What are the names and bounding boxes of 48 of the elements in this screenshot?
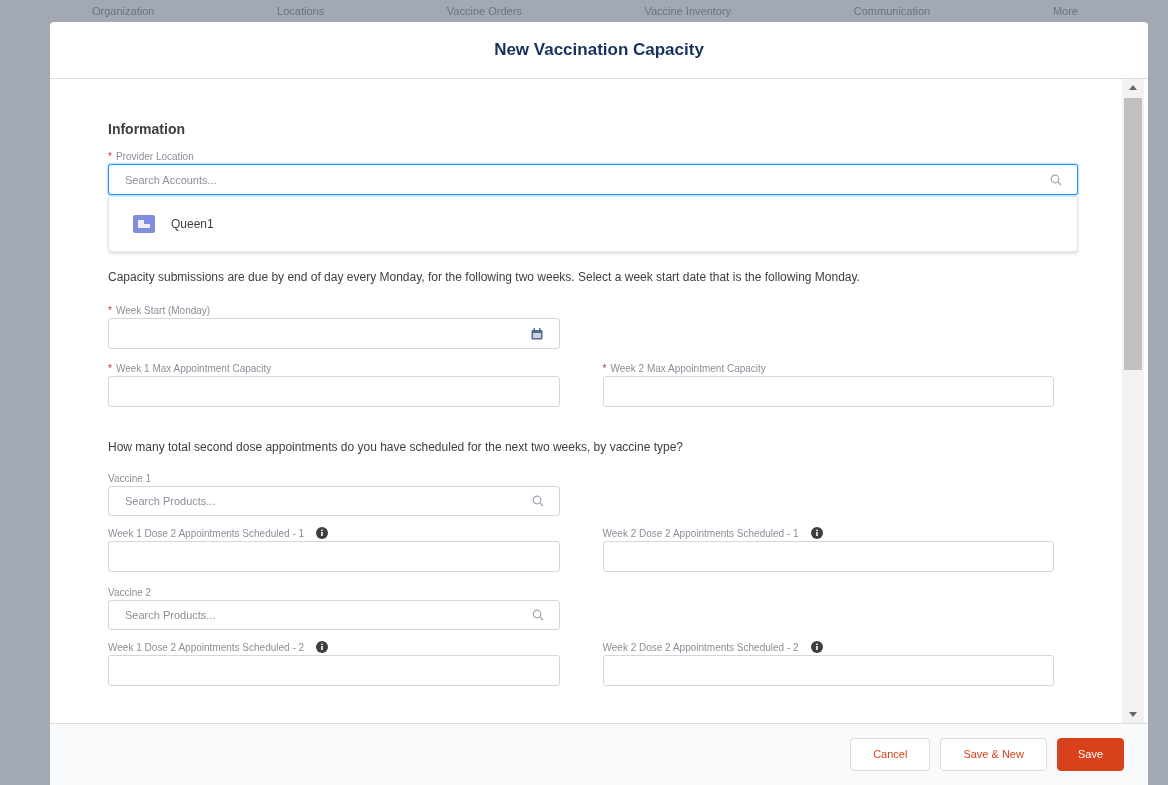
nav-tab[interactable]: Communication (853, 2, 931, 20)
required-mark: * (602, 361, 607, 376)
search-icon (1050, 174, 1062, 186)
nav-tab[interactable]: Locations (277, 2, 325, 20)
note-text: Capacity submissions are due by end of day every Monday, for the following two weeks. Select a week start date that is the following Monday. (108, 269, 861, 285)
field-label: Week 2 Dose 2 Appointments Scheduled - 2 (602, 640, 799, 655)
input-field[interactable] (108, 655, 560, 686)
scroll-up-icon[interactable] (1129, 85, 1137, 90)
input-field[interactable] (602, 376, 1054, 407)
account-icon (133, 215, 155, 233)
modal-title: New Vaccination Capacity (494, 39, 704, 62)
input-field[interactable] (108, 541, 560, 572)
required-mark: * (108, 303, 112, 318)
scrollbar-thumb[interactable] (1124, 98, 1142, 370)
footer-button[interactable]: Cancel (850, 738, 931, 771)
required-mark: * (108, 361, 112, 376)
date-field[interactable] (108, 318, 560, 349)
input-field[interactable] (602, 541, 1054, 572)
dropdown-option[interactable]: Queen1 (109, 204, 1077, 244)
field-label: Week Start (Monday) (115, 303, 211, 318)
search-icon (532, 495, 544, 507)
field-label: Week 2 Dose 2 Appointments Scheduled - 1 (602, 526, 799, 541)
nav-tab[interactable]: Vaccine Orders (446, 2, 522, 20)
info-icon[interactable] (810, 641, 823, 653)
footer-button[interactable]: Save (1056, 738, 1124, 771)
nav-tab[interactable]: Organization (92, 2, 155, 20)
info-icon[interactable] (316, 641, 329, 653)
input-field[interactable] (602, 655, 1054, 686)
info-icon[interactable] (810, 527, 823, 539)
input-field[interactable] (108, 376, 560, 407)
field-label: Week 1 Max Appointment Capacity (115, 361, 272, 376)
field-label: Vaccine 2 (108, 585, 152, 600)
search-field[interactable]: Search Accounts... (108, 164, 1078, 195)
section-heading: Information (108, 120, 186, 139)
field-label: Provider Location (115, 149, 194, 164)
footer-button[interactable]: Save & New (940, 738, 1047, 771)
field-label: Week 1 Dose 2 Appointments Scheduled - 2 (108, 640, 305, 655)
info-icon[interactable] (316, 527, 329, 539)
field-label: Vaccine 1 (108, 471, 152, 486)
scroll-down-icon[interactable] (1129, 712, 1137, 717)
nav-tab[interactable]: More (1052, 2, 1078, 20)
question-text: How many total second dose appointments do you have scheduled for the next two weeks, by vaccine type? (108, 439, 684, 455)
search-icon (532, 609, 544, 621)
field-label: Week 2 Max Appointment Capacity (610, 361, 766, 376)
calendar-icon[interactable] (531, 327, 543, 340)
required-mark: * (108, 149, 112, 164)
scrollbar[interactable] (1122, 79, 1144, 723)
field-label: Week 1 Dose 2 Appointments Scheduled - 1 (108, 526, 305, 541)
